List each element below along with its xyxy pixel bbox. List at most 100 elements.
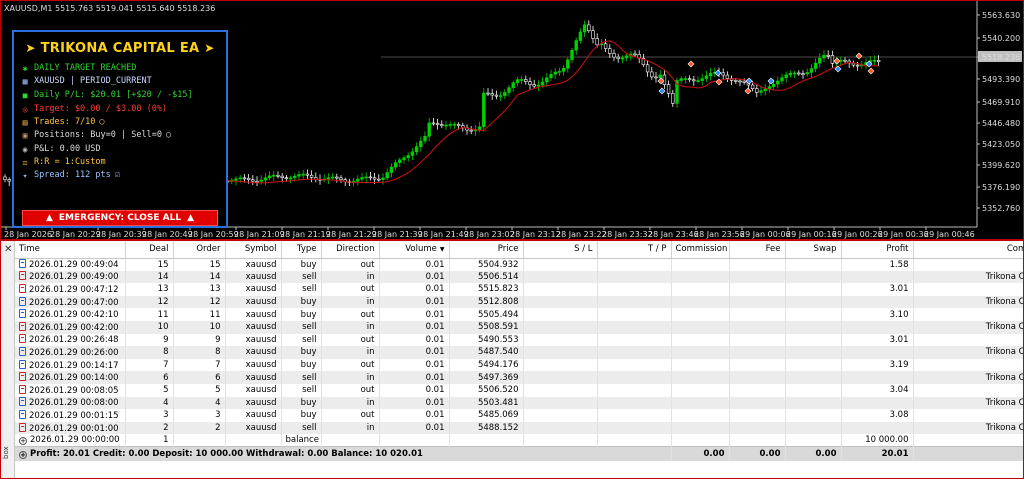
- column-header-direction[interactable]: Direction: [321, 241, 380, 259]
- candle-body: [381, 177, 385, 180]
- time-axis-label: 28 Jan 20:49: [142, 230, 193, 239]
- cell-value: sell: [302, 271, 317, 282]
- cell-time: 2026.01.29 00:47:00: [15, 295, 126, 309]
- table-row[interactable]: 2026.01.29 00:26:00 8 8 xauusd buy in 0.01 5487…: [15, 346, 1023, 359]
- table-row[interactable]: 2026.01.29 00:14:00 6 6 xauusd sell in 0.01 549…: [15, 371, 1023, 384]
- candle-body: [435, 123, 440, 125]
- table-row[interactable]: 2026.01.29 00:49:00 14 14 xauusd sell in 0.01 5…: [15, 270, 1023, 284]
- time-axis-label: 28 Jan 21:19: [280, 230, 331, 239]
- column-header-deal[interactable]: Deal: [125, 241, 174, 259]
- candle-body: [440, 124, 444, 126]
- cell-value: out: [360, 334, 375, 345]
- cell-value: out: [360, 284, 375, 295]
- cell-value: sell: [302, 385, 317, 396]
- candle-body: [776, 80, 780, 85]
- cell-deal: 6: [125, 371, 174, 384]
- candle-body: [734, 80, 738, 82]
- cell-commission: [671, 283, 730, 296]
- ea-title: TRIKONA CAPITAL EA: [40, 41, 200, 56]
- table-row[interactable]: 2026.01.29 00:42:00 10 10 xauusd sell in 0.01 5…: [15, 320, 1023, 334]
- cell-sl: [523, 371, 598, 384]
- column-header-t-p[interactable]: T / P: [597, 241, 672, 259]
- column-header-s-l[interactable]: S / L: [523, 241, 598, 259]
- table-row[interactable]: 2026.01.29 00:47:12 13 13 xauusd sell out 0.01…: [15, 283, 1023, 296]
- price-chart[interactable]: 5563.630 5540.200 5518.236 5493.390 5469.910…: [0, 0, 1024, 240]
- table-row[interactable]: 2026.01.29 00:01:00 2 2 xauusd sell in 0.01 548…: [15, 421, 1023, 435]
- balance-icon: +: [19, 437, 27, 446]
- candle-body: [427, 122, 431, 137]
- cell-profit: [841, 421, 914, 435]
- table-row[interactable]: 2026.01.29 00:26:48 9 9 xauusd sell out 0.01 54…: [15, 333, 1023, 347]
- cell-time: 2026.01.29 00:26:48: [15, 333, 126, 347]
- price-axis-label: 5352.760: [982, 204, 1020, 213]
- cell-value: 1.58: [889, 259, 909, 270]
- cell-value: in: [366, 322, 375, 333]
- trade-marker-icon[interactable]: [687, 60, 695, 68]
- ea-target-row: ◎ Target: $0.00 / $3.00 (0%): [20, 104, 167, 114]
- trade-marker-icon[interactable]: [867, 67, 875, 75]
- table-row[interactable]: 2026.01.29 00:14:17 7 7 xauusd buy out 0.01 549…: [15, 358, 1023, 372]
- candle-body: [490, 93, 494, 96]
- candle-body: [393, 162, 398, 168]
- column-header-profit[interactable]: Profit: [841, 241, 914, 259]
- emergency-button-label: EMERGENCY: CLOSE ALL: [58, 213, 182, 223]
- cell-value: 5503.481: [477, 397, 519, 408]
- cell-type: sell: [281, 270, 322, 284]
- column-header-type[interactable]: Type: [281, 241, 322, 259]
- time-axis-label: 28 Jan 20:39: [96, 230, 147, 239]
- cell-direction: out: [321, 358, 380, 372]
- candle-body: [582, 24, 587, 33]
- cell-swap: [785, 409, 842, 422]
- cell-volume: 0.01: [379, 258, 450, 271]
- cell-value: 2026.01.29 00:01:00: [29, 423, 119, 434]
- column-header-fee[interactable]: Fee: [729, 241, 786, 259]
- trade-marker-icon[interactable]: [855, 52, 863, 60]
- column-header-symbol[interactable]: Symbol: [225, 241, 282, 259]
- column-header-order[interactable]: Order: [173, 241, 226, 259]
- table-row[interactable]: 2026.01.29 00:01:15 3 3 xauusd buy out 0.01 548…: [15, 409, 1023, 422]
- candle-body: [356, 178, 360, 182]
- cell-time: 2026.01.29 00:49:04: [15, 258, 126, 271]
- column-header-price[interactable]: Price: [449, 241, 524, 259]
- candle-body: [414, 146, 419, 153]
- cell-direction: out: [321, 283, 380, 296]
- table-row[interactable]: 2026.01.29 00:08:05 5 5 xauusd sell out 0.01 55…: [15, 383, 1023, 397]
- cell-value: 9: [163, 334, 169, 345]
- table-row[interactable]: 2026.01.29 00:49:04 15 15 xauusd buy out 0.01 5…: [15, 258, 1023, 271]
- column-header-time[interactable]: Time: [15, 241, 126, 259]
- cell-profit: 3.19: [841, 358, 914, 372]
- trade-marker-icon[interactable]: [833, 57, 841, 65]
- candle-body: [259, 179, 263, 182]
- cell-deal: 10: [125, 320, 174, 334]
- cell-direction: in: [321, 371, 380, 384]
- column-header-swap[interactable]: Swap: [785, 241, 842, 259]
- candle-body: [368, 176, 373, 179]
- cell-value: 0.01: [425, 322, 445, 333]
- cell-type: sell: [281, 371, 322, 384]
- cell-tp: [597, 308, 672, 321]
- candle-body: [700, 78, 704, 81]
- cell-value: 5515.823: [477, 284, 519, 295]
- cell-commission: [671, 308, 730, 321]
- table-row[interactable]: 2026.01.29 00:47:00 12 12 xauusd buy in 0.01 55…: [15, 295, 1023, 309]
- trade-marker-icon[interactable]: [767, 77, 775, 85]
- trade-marker-icon[interactable]: [714, 69, 722, 77]
- cell-value: 2026.01.29 00:14:17: [29, 360, 119, 371]
- column-header-label: Comment: [1006, 244, 1023, 255]
- emergency-close-all-button[interactable]: ▲ EMERGENCY: CLOSE ALL ▲: [22, 210, 218, 226]
- table-row[interactable]: 2026.01.29 00:08:00 4 4 xauusd buy in 0.01 5503…: [15, 396, 1023, 410]
- cell-value: xauusd: [245, 297, 277, 308]
- column-header-comment[interactable]: Comment: [913, 241, 1023, 259]
- time-axis-label: 28 Jan 21:09: [234, 230, 285, 239]
- table-row[interactable]: 2026.01.29 00:42:10 11 11 xauusd buy out 0.01 5…: [15, 308, 1023, 321]
- close-icon[interactable]: ✕: [4, 244, 12, 255]
- candle-body: [486, 92, 490, 95]
- summary-row: + Profit: 20.01 Credit: 0.00 Deposit: 10 …: [15, 446, 1023, 461]
- column-header-commission[interactable]: Commission: [671, 241, 730, 259]
- column-header-volume[interactable]: Volume ▼: [379, 241, 450, 259]
- trade-marker-icon[interactable]: [744, 87, 752, 95]
- cell-sl: [523, 434, 598, 447]
- table-row[interactable]: +2026.01.29 00:00:00 1 balance 10 000.00: [15, 434, 1023, 447]
- buy-deal-icon: [19, 346, 26, 356]
- sell-deal-icon: [19, 283, 26, 293]
